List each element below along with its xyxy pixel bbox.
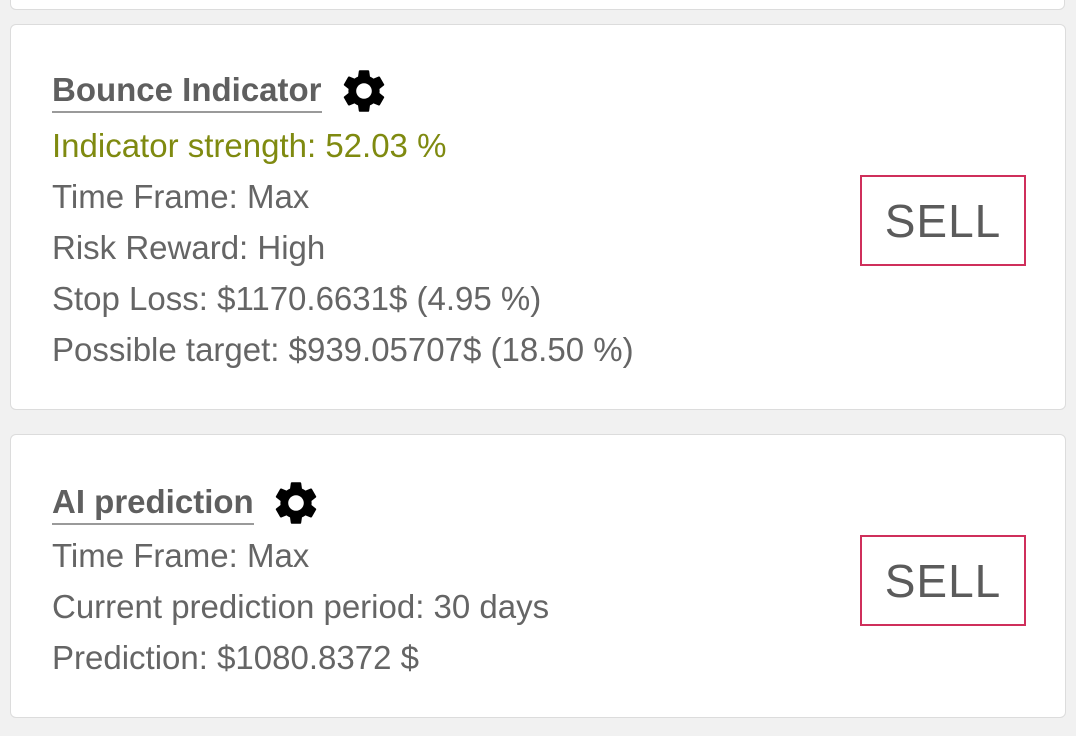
bounce-indicator-details: Indicator strength: 52.03 % Time Frame: … [52, 120, 634, 375]
previous-card-edge [10, 0, 1065, 10]
bounce-indicator-title[interactable]: Bounce Indicator [52, 69, 322, 113]
ai-prediction-title[interactable]: AI prediction [52, 481, 254, 525]
ai-prediction-details: Time Frame: Max Current prediction perio… [52, 530, 549, 683]
prediction-period: Current prediction period: 30 days [52, 588, 550, 625]
prediction-value: Prediction: $1080.8372 $ [52, 639, 419, 676]
bounce-sell-signal-button[interactable]: SELL [860, 175, 1026, 266]
ai-prediction-card: AI prediction Time Frame: Max Current pr… [10, 434, 1066, 718]
time-frame: Time Frame: Max [52, 537, 310, 574]
risk-reward: Risk Reward: High [52, 229, 326, 266]
ai-sell-signal-button[interactable]: SELL [860, 535, 1026, 626]
bounce-indicator-card: Bounce Indicator Indicator strength: 52.… [10, 24, 1066, 410]
time-frame: Time Frame: Max [52, 178, 310, 215]
ai-prediction-header: AI prediction [52, 477, 322, 529]
bounce-indicator-header: Bounce Indicator [52, 65, 390, 117]
gear-icon[interactable] [270, 477, 322, 529]
gear-icon[interactable] [338, 65, 390, 117]
stop-loss: Stop Loss: $1170.6631$ (4.95 %) [52, 280, 542, 317]
possible-target: Possible target: $939.05707$ (18.50 %) [52, 331, 634, 368]
indicator-strength: Indicator strength: 52.03 % [52, 127, 447, 164]
